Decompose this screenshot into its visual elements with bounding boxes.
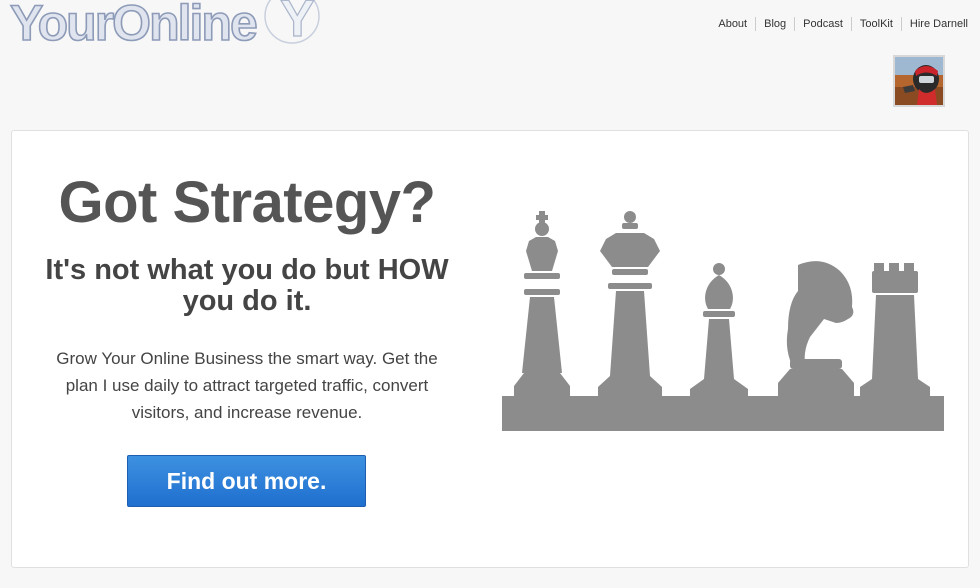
logo-text: YourOnline: [9, 0, 258, 52]
chess-queen-icon: [598, 211, 662, 396]
hero-subheadline: It's not what you do but HOW you do it.: [45, 254, 449, 317]
nav-blog-link[interactable]: Blog: [755, 17, 794, 31]
svg-text:Y: Y: [280, 0, 315, 48]
avatar[interactable]: [893, 55, 945, 107]
find-out-more-button[interactable]: Find out more.: [127, 455, 366, 507]
logo-y-icon: Y: [264, 0, 320, 49]
hero-description: Grow Your Online Business the smart way.…: [56, 349, 438, 422]
chess-knight-icon: [778, 261, 854, 396]
nav-toolkit-link[interactable]: ToolKit: [850, 17, 901, 31]
chess-bishop-icon: [690, 263, 748, 396]
hero-panel: Got Strategy? It's not what you do but H…: [11, 130, 969, 568]
chess-pieces-icon: [502, 211, 944, 431]
profile-photo-icon: [895, 57, 943, 105]
chess-rook-icon: [860, 263, 930, 396]
nav-podcast-link[interactable]: Podcast: [794, 17, 851, 31]
top-nav: About Blog Podcast ToolKit Hire Darnell: [710, 17, 968, 31]
chess-king-icon: [514, 211, 570, 396]
hero-headline: Got Strategy?: [58, 170, 437, 235]
site-logo[interactable]: YourOnline Y: [9, 0, 320, 52]
nav-about-link[interactable]: About: [710, 17, 755, 31]
nav-hire-darnell-link[interactable]: Hire Darnell: [900, 17, 968, 31]
